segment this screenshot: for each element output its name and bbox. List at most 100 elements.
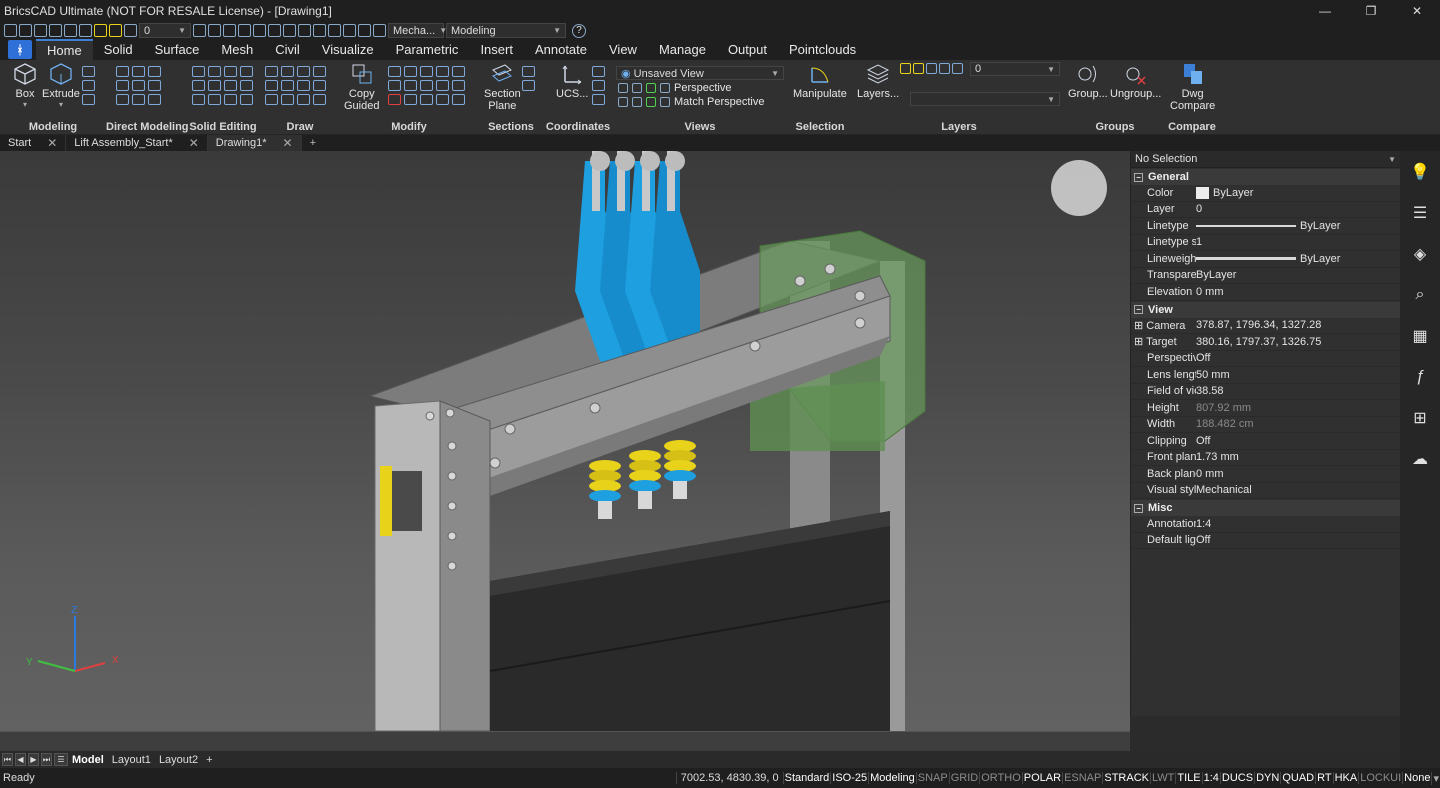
subtract-icon[interactable]: [208, 66, 221, 77]
attachments-paperclip-icon[interactable]: ⌕: [1400, 274, 1440, 315]
thicken-icon[interactable]: [192, 94, 205, 105]
scale-icon[interactable]: [420, 66, 433, 77]
freeze-icon[interactable]: [268, 24, 281, 37]
unisolate-icon[interactable]: [253, 24, 266, 37]
status-toggle-iso-25[interactable]: ISO-25: [830, 772, 868, 784]
move-icon[interactable]: [388, 66, 401, 77]
first-layout-icon[interactable]: ⏮: [2, 753, 13, 766]
separate-icon[interactable]: [240, 80, 253, 91]
tab-pointclouds[interactable]: Pointclouds: [778, 39, 867, 60]
status-toggle-polar[interactable]: POLAR: [1021, 772, 1062, 784]
new-tab-button[interactable]: +: [302, 135, 324, 151]
status-toggle-grid[interactable]: GRID: [948, 772, 980, 784]
line-icon[interactable]: [297, 80, 310, 91]
selection-select[interactable]: No Selection ▼: [1131, 151, 1400, 168]
doc-tab-start[interactable]: Start ✕: [0, 135, 67, 151]
spline-icon[interactable]: [281, 80, 294, 91]
prop-row[interactable]: ⊞ Camera 378.87, 1796.34, 1327.28: [1131, 318, 1400, 334]
extrude-button[interactable]: Extrude ▾: [42, 60, 80, 109]
fillet2-icon[interactable]: [452, 80, 465, 91]
dwg-compare-button[interactable]: Dwg Compare: [1170, 60, 1215, 112]
imprint-icon[interactable]: [148, 94, 161, 105]
status-toggle-modeling[interactable]: Modeling: [868, 772, 916, 784]
last-layout-icon[interactable]: ⏭: [41, 753, 52, 766]
prop-row[interactable]: ⊞ Target 380.16, 1797.37, 1326.75: [1131, 334, 1400, 351]
hatch-icon[interactable]: [313, 66, 326, 77]
expand-icon[interactable]: ⊞: [1134, 320, 1146, 332]
ellipse-icon[interactable]: [297, 94, 310, 105]
minimize-button[interactable]: —: [1302, 0, 1348, 22]
tab-solid[interactable]: Solid: [93, 39, 144, 60]
section-plane-button[interactable]: Section Plane: [484, 60, 521, 112]
function-fx-icon[interactable]: ƒ: [1400, 356, 1440, 397]
close-icon[interactable]: ✕: [189, 136, 199, 150]
shell-icon[interactable]: [224, 80, 237, 91]
box-button[interactable]: Box ▾: [13, 60, 37, 109]
status-toggle-strack[interactable]: STRACK: [1102, 772, 1150, 784]
doc-tab-drawing1[interactable]: Drawing1* ✕: [207, 135, 302, 151]
layer-color-icon[interactable]: [952, 63, 963, 74]
layer-previous-icon[interactable]: [223, 24, 236, 37]
prop-section-view[interactable]: − View: [1131, 301, 1400, 318]
collapse-icon[interactable]: −: [1134, 305, 1143, 314]
tab-annotate[interactable]: Annotate: [524, 39, 598, 60]
tab-visualize[interactable]: Visualize: [311, 39, 385, 60]
prop-row[interactable]: Back plane 0 mm: [1131, 466, 1400, 483]
ucs-world-icon[interactable]: [592, 66, 605, 77]
layout-list-icon[interactable]: ☰: [54, 753, 68, 766]
prop-row[interactable]: Field of vie 38.58: [1131, 384, 1400, 400]
maximize-button[interactable]: ❐: [1348, 0, 1394, 22]
ungroup-button[interactable]: Ungroup...: [1110, 60, 1161, 100]
array-icon[interactable]: [388, 80, 401, 91]
layer-state-select[interactable]: ▼: [910, 92, 1060, 106]
polygon-icon[interactable]: [265, 94, 278, 105]
layers-stack-icon[interactable]: ◈: [1400, 233, 1440, 274]
prop-row[interactable]: Default lighOff: [1131, 533, 1400, 549]
perspective-row[interactable]: Perspective: [618, 82, 731, 94]
help-icon[interactable]: ?: [572, 23, 586, 38]
offset-face-icon[interactable]: [132, 80, 145, 91]
manipulate-button[interactable]: Manipulate: [793, 60, 847, 100]
status-toggle-lockui[interactable]: LOCKUI: [1358, 772, 1402, 784]
lightbulb-icon[interactable]: [94, 24, 107, 37]
push-pull-icon[interactable]: [116, 66, 129, 77]
navigation-compass[interactable]: [1051, 160, 1107, 216]
prop-row[interactable]: TransparenByLayer: [1131, 268, 1400, 284]
collapse-icon[interactable]: −: [1134, 503, 1143, 513]
render-icon[interactable]: [343, 24, 356, 37]
status-toggle-tile[interactable]: TILE: [1175, 772, 1201, 784]
prop-row[interactable]: Lineweight ByLayer: [1131, 251, 1400, 268]
doc-tab-lift-assembly[interactable]: Lift Assembly_Start* ✕: [66, 135, 208, 151]
section-icon[interactable]: [208, 80, 221, 91]
sweep-icon[interactable]: [82, 66, 95, 77]
properties-sliders-icon[interactable]: ☰: [1400, 192, 1440, 233]
sun-icon[interactable]: [109, 24, 122, 37]
view-front-icon[interactable]: [313, 24, 326, 37]
open-icon[interactable]: [19, 24, 32, 37]
mirror-icon[interactable]: [436, 66, 449, 77]
trim-icon[interactable]: [404, 80, 417, 91]
prop-row[interactable]: Layer 0: [1131, 202, 1400, 218]
clean-icon[interactable]: [224, 94, 237, 105]
prop-section-misc[interactable]: − Misc: [1131, 500, 1400, 516]
isolate-icon[interactable]: [238, 24, 251, 37]
layer-tool-icon[interactable]: [193, 24, 206, 37]
qat-layer-select[interactable]: 0 ▼: [139, 23, 191, 38]
prop-row[interactable]: Color ByLayer: [1131, 185, 1400, 202]
command-line[interactable]: [0, 731, 1130, 751]
tips-lightbulb-icon[interactable]: 💡: [1400, 151, 1440, 192]
layers-button[interactable]: Layers...: [857, 60, 899, 100]
delete-face-icon[interactable]: [148, 80, 161, 91]
material-icon[interactable]: [452, 94, 465, 105]
close-icon[interactable]: ✕: [283, 136, 293, 150]
tab-civil[interactable]: Civil: [264, 39, 311, 60]
status-toggle-dyn[interactable]: DYN: [1254, 772, 1280, 784]
tab-view[interactable]: View: [598, 39, 648, 60]
break-icon[interactable]: [420, 94, 433, 105]
polyline-icon[interactable]: [265, 80, 278, 91]
workspace-select[interactable]: Modeling ▼: [446, 23, 566, 38]
status-toggle-esnap[interactable]: ESNAP: [1062, 772, 1102, 784]
prop-row[interactable]: Visual styleMechanical: [1131, 483, 1400, 499]
app-menu-logo-icon[interactable]: ᚼ: [8, 40, 32, 59]
loft-icon[interactable]: [82, 80, 95, 91]
